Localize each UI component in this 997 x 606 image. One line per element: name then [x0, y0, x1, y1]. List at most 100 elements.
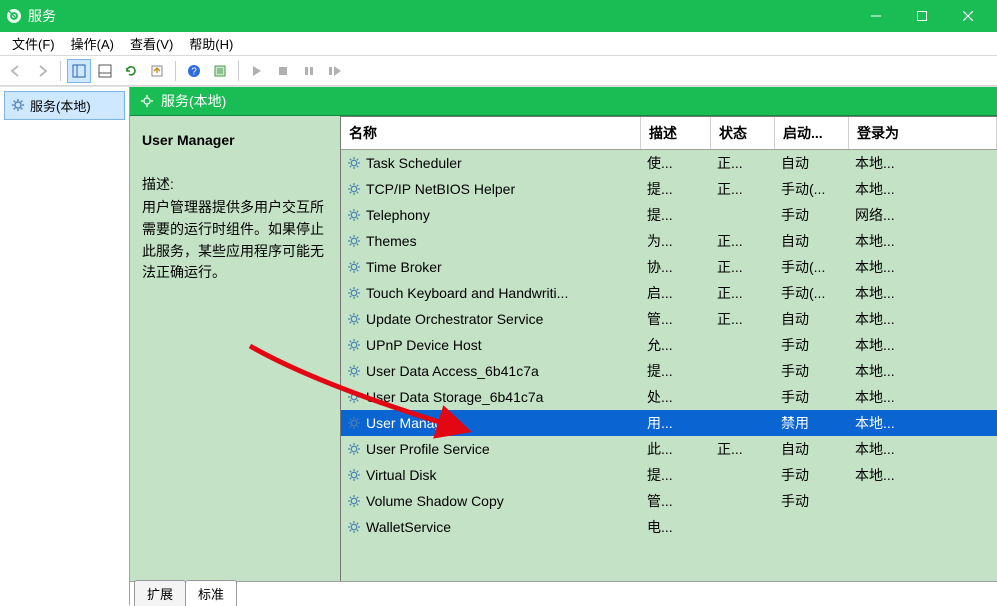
menu-view[interactable]: 查看(V) — [122, 32, 181, 55]
description-label: 描述: — [142, 174, 330, 196]
cell-desc: 启... — [641, 280, 711, 306]
gear-icon — [347, 312, 362, 327]
menu-file[interactable]: 文件(F) — [4, 32, 63, 55]
close-button[interactable] — [945, 0, 991, 32]
service-row[interactable]: WalletService电... — [341, 514, 997, 540]
show-hide-tree-button[interactable] — [67, 59, 91, 83]
details-pane-button[interactable] — [93, 59, 117, 83]
service-name-text: Telephony — [366, 207, 430, 223]
properties-button[interactable] — [208, 59, 232, 83]
maximize-button[interactable] — [899, 0, 945, 32]
gear-icon — [347, 208, 362, 223]
cell-start: 手动 — [775, 202, 849, 228]
cell-status: 正... — [711, 436, 775, 462]
tab-extended[interactable]: 扩展 — [134, 580, 186, 606]
tree-root[interactable]: 服务(本地) — [4, 91, 125, 120]
col-header-logon[interactable]: 登录为 — [849, 117, 997, 149]
cell-logon: 本地... — [849, 150, 997, 176]
service-row[interactable]: User Profile Service此...正...自动本地... — [341, 436, 997, 462]
export-list-button[interactable] — [145, 59, 169, 83]
service-row[interactable]: User Data Access_6b41c7a提...手动本地... — [341, 358, 997, 384]
cell-desc: 使... — [641, 150, 711, 176]
service-row[interactable]: Time Broker协...正...手动(...本地... — [341, 254, 997, 280]
service-row[interactable]: Telephony提...手动网络... — [341, 202, 997, 228]
tab-standard[interactable]: 标准 — [185, 580, 237, 606]
refresh-button[interactable] — [119, 59, 143, 83]
cell-desc: 提... — [641, 202, 711, 228]
cell-start: 自动 — [775, 306, 849, 332]
services-icon — [140, 94, 155, 109]
detail-column: User Manager 描述: 用户管理器提供多用户交互所需要的运行时组件。如… — [130, 116, 340, 581]
gear-icon — [347, 286, 362, 301]
cell-status — [711, 462, 775, 488]
cell-status — [711, 202, 775, 228]
cell-status: 正... — [711, 228, 775, 254]
cell-status: 正... — [711, 254, 775, 280]
col-header-desc[interactable]: 描述 — [641, 117, 711, 149]
service-name-text: Volume Shadow Copy — [366, 493, 504, 509]
cell-logon: 本地... — [849, 280, 997, 306]
cell-name: User Manager — [341, 410, 641, 436]
help-button[interactable]: ? — [182, 59, 206, 83]
cell-logon: 本地... — [849, 384, 997, 410]
cell-desc: 用... — [641, 410, 711, 436]
service-name-text: User Manager — [366, 415, 455, 431]
service-row[interactable]: Volume Shadow Copy管...手动 — [341, 488, 997, 514]
cell-name: TCP/IP NetBIOS Helper — [341, 176, 641, 202]
cell-desc: 处... — [641, 384, 711, 410]
cell-name: Task Scheduler — [341, 150, 641, 176]
service-name-text: User Data Storage_6b41c7a — [366, 389, 543, 405]
tree-root-label: 服务(本地) — [30, 96, 91, 115]
service-row[interactable]: User Manager用...禁用本地... — [341, 410, 997, 436]
gear-icon — [347, 234, 362, 249]
cell-desc: 为... — [641, 228, 711, 254]
cell-name: Virtual Disk — [341, 462, 641, 488]
stop-service-button — [271, 59, 295, 83]
service-row[interactable]: Task Scheduler使...正...自动本地... — [341, 150, 997, 176]
col-header-status[interactable]: 状态 — [711, 117, 775, 149]
col-header-start[interactable]: 启动... — [775, 117, 849, 149]
service-name-text: Update Orchestrator Service — [366, 311, 543, 327]
gear-icon — [347, 520, 362, 535]
toolbar-separator — [175, 61, 176, 81]
toolbar: ? — [0, 56, 997, 86]
gear-icon — [347, 364, 362, 379]
cell-logon: 本地... — [849, 436, 997, 462]
cell-status — [711, 358, 775, 384]
cell-status — [711, 332, 775, 358]
cell-desc: 管... — [641, 488, 711, 514]
list-body[interactable]: Task Scheduler使...正...自动本地...TCP/IP NetB… — [341, 150, 997, 581]
gear-icon — [347, 338, 362, 353]
tree-panel: 服务(本地) — [0, 87, 130, 605]
cell-desc: 此... — [641, 436, 711, 462]
col-header-name[interactable]: 名称 — [341, 117, 641, 149]
service-row[interactable]: Virtual Disk提...手动本地... — [341, 462, 997, 488]
gear-icon — [347, 494, 362, 509]
cell-name: Touch Keyboard and Handwriti... — [341, 280, 641, 306]
cell-start: 自动 — [775, 436, 849, 462]
service-row[interactable]: User Data Storage_6b41c7a处...手动本地... — [341, 384, 997, 410]
pause-service-button — [297, 59, 321, 83]
cell-name: User Profile Service — [341, 436, 641, 462]
cell-logon: 本地... — [849, 176, 997, 202]
service-name-text: Task Scheduler — [366, 155, 462, 171]
gear-icon — [347, 156, 362, 171]
cell-status — [711, 384, 775, 410]
cell-name: User Data Storage_6b41c7a — [341, 384, 641, 410]
panel-header: 服务(本地) — [130, 87, 997, 116]
service-row[interactable]: Update Orchestrator Service管...正...自动本地.… — [341, 306, 997, 332]
service-row[interactable]: UPnP Device Host允...手动本地... — [341, 332, 997, 358]
service-row[interactable]: TCP/IP NetBIOS Helper提...正...手动(...本地... — [341, 176, 997, 202]
app-icon — [6, 8, 22, 24]
service-row[interactable]: Touch Keyboard and Handwriti...启...正...手… — [341, 280, 997, 306]
menu-help[interactable]: 帮助(H) — [181, 32, 241, 55]
service-name-text: TCP/IP NetBIOS Helper — [366, 181, 515, 197]
service-row[interactable]: Themes为...正...自动本地... — [341, 228, 997, 254]
minimize-button[interactable] — [853, 0, 899, 32]
cell-status — [711, 514, 775, 540]
toolbar-separator — [238, 61, 239, 81]
cell-logon: 本地... — [849, 358, 997, 384]
cell-desc: 提... — [641, 462, 711, 488]
tab-strip: 扩展 标准 — [130, 581, 997, 605]
menu-action[interactable]: 操作(A) — [63, 32, 122, 55]
